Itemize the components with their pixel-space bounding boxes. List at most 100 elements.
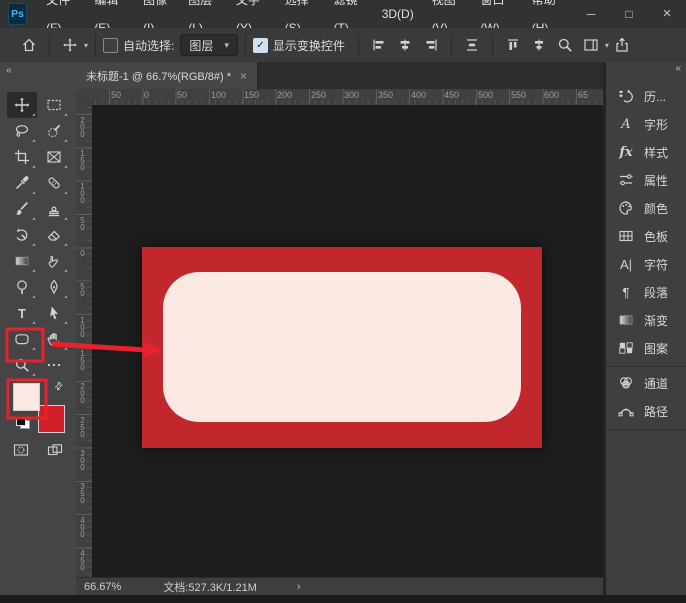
- foreground-color-swatch[interactable]: [13, 383, 40, 411]
- panel-group-0: 历... A字形fx样式属性颜色色板 A| 字符 ¶段落渐变图案: [606, 78, 686, 367]
- tool-panel: « T ⇄: [0, 62, 77, 595]
- options-icons: ▾: [366, 33, 635, 57]
- menu-bar: 文件(F)编辑(E)图像(I)图层(L)文字(Y)选择(S)滤镜(T)3D(D)…: [37, 0, 572, 28]
- options-bar: ▾ 自动选择: 图层 ▾ ✓ 显示变换控件 ▾: [0, 28, 686, 63]
- swatches-icon: [617, 228, 635, 244]
- show-transform-label: 显示变换控件: [273, 37, 345, 54]
- search-icon[interactable]: [552, 33, 578, 57]
- ruler-label: 0: [144, 90, 149, 100]
- maximize-button[interactable]: □: [610, 0, 648, 28]
- ruler-label: 400: [78, 516, 87, 537]
- panel-item-颜色[interactable]: 颜色: [606, 194, 686, 222]
- show-transform-checkbox[interactable]: ✓: [253, 38, 268, 53]
- panel-item-色板[interactable]: 色板: [606, 222, 686, 250]
- ruler-label: 300: [78, 449, 87, 470]
- panel-item-渐变[interactable]: 渐变: [606, 306, 686, 334]
- hand-tool[interactable]: [39, 326, 69, 352]
- character-icon: A|: [617, 256, 635, 272]
- panel-item-label: 颜色: [644, 200, 668, 217]
- ruler-label: 550: [511, 90, 526, 100]
- background-color-swatch[interactable]: [38, 405, 65, 433]
- panel-item-label: 图案: [644, 340, 668, 357]
- screen-mode-icon[interactable]: [44, 440, 66, 460]
- menu-item-7[interactable]: 3D(D): [373, 0, 423, 28]
- align-center-h-icon[interactable]: [392, 33, 418, 57]
- divider: [49, 34, 50, 56]
- chevron-down-icon: ▾: [224, 40, 229, 51]
- panel-item-路径[interactable]: 路径: [606, 397, 686, 425]
- panel-item-属性[interactable]: 属性: [606, 166, 686, 194]
- chevron-down-icon[interactable]: ▾: [84, 41, 88, 50]
- panel-item-label: 字符: [644, 256, 668, 273]
- dodge-tool[interactable]: [7, 274, 37, 300]
- document-canvas[interactable]: [142, 247, 542, 448]
- distribute-center-h-icon[interactable]: [526, 33, 552, 57]
- default-colors-icon[interactable]: [16, 417, 30, 429]
- stamp-tool[interactable]: [39, 196, 69, 222]
- smudge-tool[interactable]: [39, 248, 69, 274]
- move-tool[interactable]: [7, 92, 37, 118]
- close-button[interactable]: ×: [648, 0, 686, 28]
- panel-item-样式[interactable]: fx样式: [606, 138, 686, 166]
- quick-mask-icon[interactable]: [10, 440, 32, 460]
- document-tab[interactable]: 未标题-1 @ 66.7%(RGB/8#) * ×: [76, 62, 258, 89]
- gradient-tool[interactable]: [7, 248, 37, 274]
- pen-tool[interactable]: [39, 274, 69, 300]
- collapse-panels-icon[interactable]: «: [606, 62, 686, 78]
- tool-grid: T: [7, 92, 69, 378]
- crop-tool[interactable]: [7, 144, 37, 170]
- ruler-label: 0: [78, 249, 87, 256]
- collapse-toolbar-icon[interactable]: «: [6, 65, 11, 76]
- share-icon[interactable]: [609, 33, 635, 57]
- zoom-level-field[interactable]: 66.67%: [84, 581, 121, 593]
- ruler-label: 250: [311, 90, 326, 100]
- properties-icon: [617, 172, 635, 188]
- move-tool-icon[interactable]: [57, 33, 83, 57]
- minimize-button[interactable]: ─: [572, 0, 610, 28]
- ruler-label: 100: [78, 316, 87, 337]
- panel-item-字形[interactable]: A字形: [606, 110, 686, 138]
- marquee-tool[interactable]: [39, 92, 69, 118]
- quick-select-tool[interactable]: [39, 118, 69, 144]
- path-select-tool[interactable]: [39, 300, 69, 326]
- swap-colors-icon[interactable]: ⇄: [52, 380, 66, 394]
- more-tools[interactable]: [39, 352, 69, 378]
- eraser-tool[interactable]: [39, 222, 69, 248]
- panel-group-1: 通道路径: [606, 367, 686, 430]
- canvas-area: 未标题-1 @ 66.7%(RGB/8#) * × 50050100150200…: [76, 62, 603, 595]
- photoshop-window: Ps 文件(F)编辑(E)图像(I)图层(L)文字(Y)选择(S)滤镜(T)3D…: [0, 0, 686, 603]
- frame-tool[interactable]: [39, 144, 69, 170]
- layer-dropdown[interactable]: 图层 ▾: [180, 34, 238, 56]
- history-brush-tool[interactable]: [7, 222, 37, 248]
- panel-item-段落[interactable]: ¶段落: [606, 278, 686, 306]
- auto-select-checkbox[interactable]: [103, 38, 118, 53]
- layer-dropdown-value: 图层: [189, 37, 213, 54]
- ruler-label: 50: [78, 282, 87, 296]
- align-left-icon[interactable]: [366, 33, 392, 57]
- panel-item-label: 渐变: [644, 312, 668, 329]
- rounded-rectangle-shape[interactable]: [163, 272, 521, 422]
- panel-item-图案[interactable]: 图案: [606, 334, 686, 362]
- ruler-corner: [76, 89, 93, 106]
- align-top-icon[interactable]: [500, 33, 526, 57]
- distribute-vertical-icon[interactable]: [459, 33, 485, 57]
- close-tab-icon[interactable]: ×: [240, 69, 247, 83]
- panel-item-字符[interactable]: A| 字符: [606, 250, 686, 278]
- status-chevron-icon[interactable]: ›: [297, 581, 301, 593]
- zoom-tool[interactable]: [7, 352, 37, 378]
- eyedropper-tool[interactable]: [7, 170, 37, 196]
- panel-item-历...[interactable]: 历...: [606, 82, 686, 110]
- rounded-rect-tool[interactable]: [7, 326, 37, 352]
- panel-item-通道[interactable]: 通道: [606, 369, 686, 397]
- healing-tool[interactable]: [39, 170, 69, 196]
- brush-tool[interactable]: [7, 196, 37, 222]
- history-icon: [617, 88, 635, 104]
- home-icon[interactable]: [16, 33, 42, 57]
- panel-item-label: 历...: [644, 88, 666, 105]
- type-tool[interactable]: T: [7, 300, 37, 326]
- window-controls: ─ □ ×: [572, 0, 686, 28]
- align-right-icon[interactable]: [418, 33, 444, 57]
- lasso-tool[interactable]: [7, 118, 37, 144]
- document-viewport[interactable]: [92, 105, 603, 578]
- workspace-icon[interactable]: [578, 33, 604, 57]
